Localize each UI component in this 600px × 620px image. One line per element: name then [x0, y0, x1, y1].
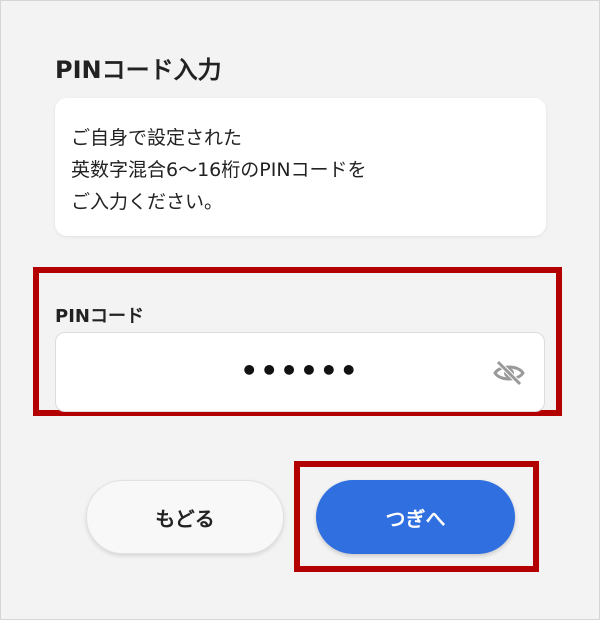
- info-line: ご入力ください。: [71, 191, 224, 213]
- back-button[interactable]: もどる: [86, 480, 284, 554]
- page-title: PINコード入力: [55, 56, 222, 84]
- info-line: 英数字混合6〜16桁のPINコードを: [71, 159, 367, 181]
- eye-slash-icon[interactable]: [492, 359, 526, 387]
- info-card: ご自身で設定された 英数字混合6〜16桁のPINコードを ご入力ください。: [55, 98, 546, 236]
- pin-masked-value: ••••••: [240, 354, 360, 387]
- next-button[interactable]: つぎへ: [316, 480, 515, 554]
- info-line: ご自身で設定された: [71, 127, 243, 149]
- pin-input[interactable]: ••••••: [55, 332, 545, 412]
- pin-label: PINコード: [55, 306, 144, 327]
- info-text: ご自身で設定された 英数字混合6〜16桁のPINコードを ご入力ください。: [71, 122, 367, 218]
